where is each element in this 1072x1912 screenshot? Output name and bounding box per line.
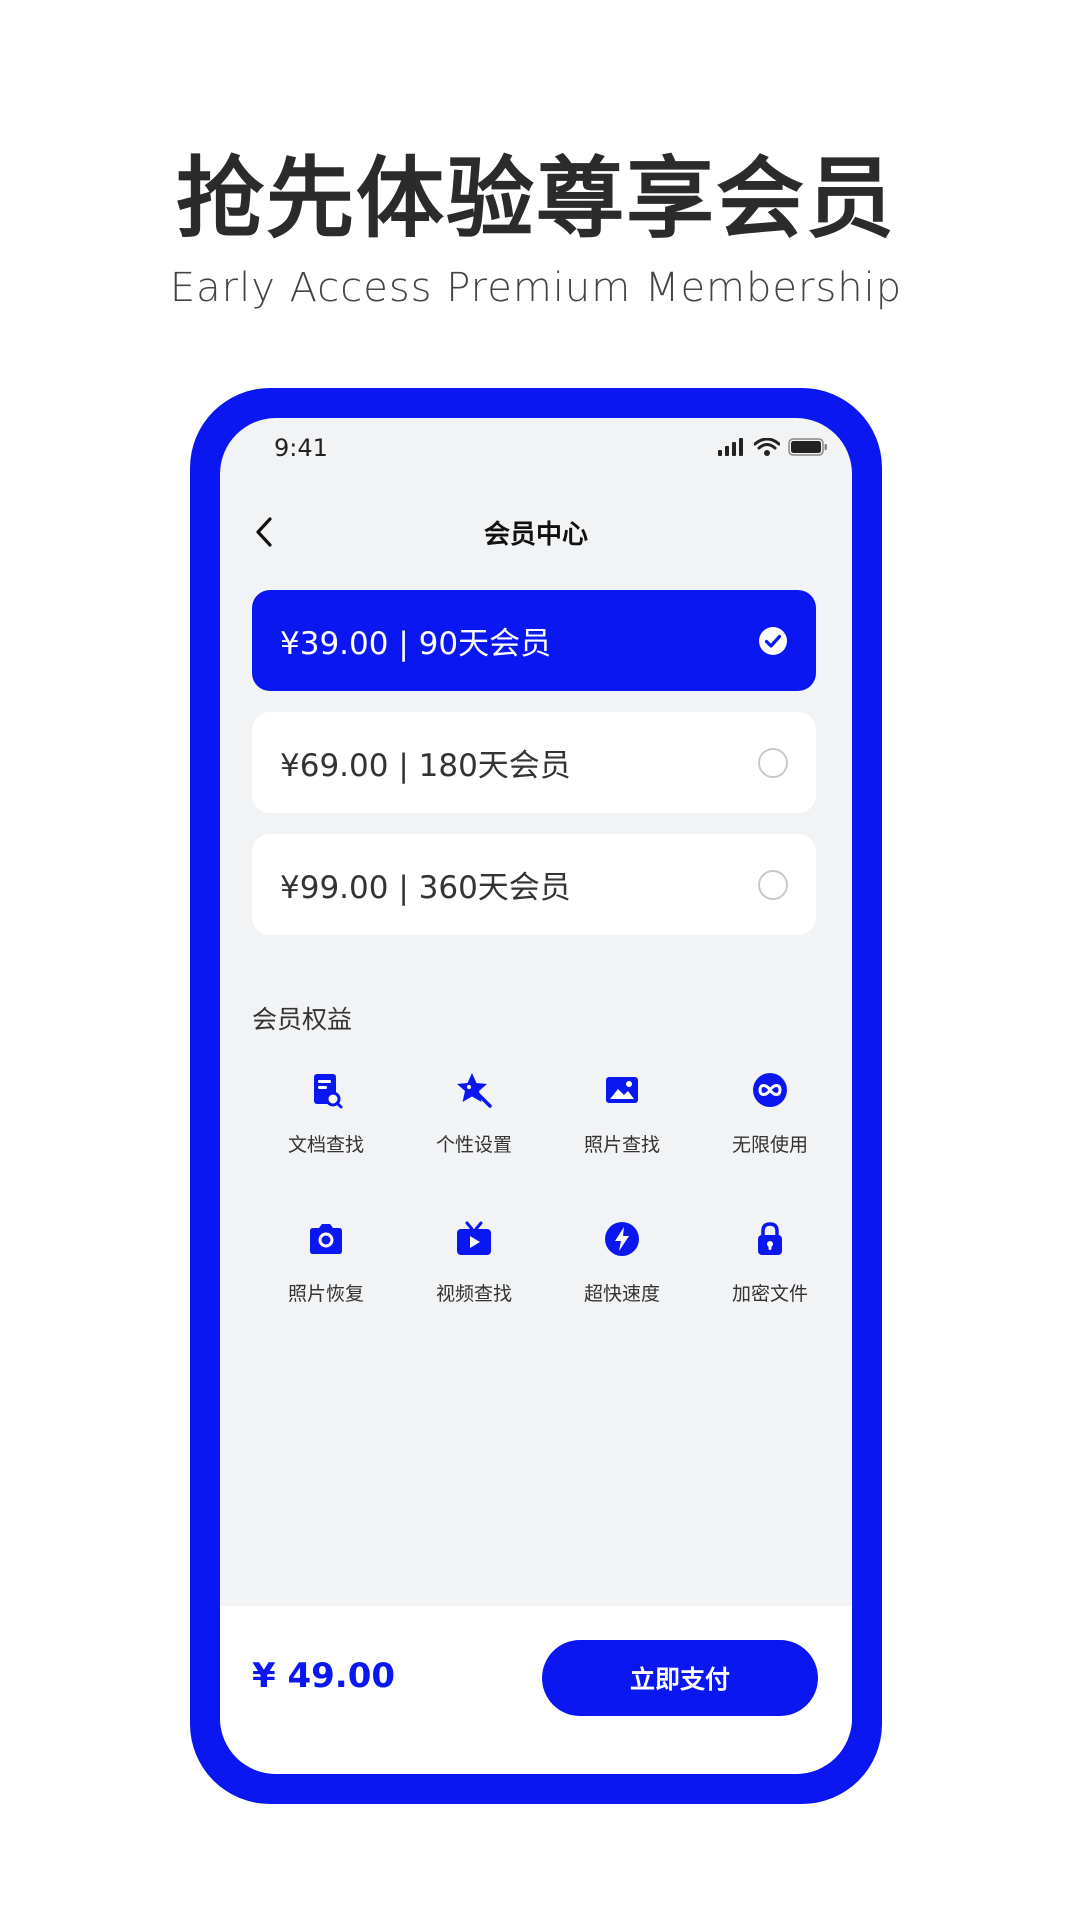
plan-list: ¥39.00 | 90天会员 ¥69.00 | 180天会员 ¥99.00 | … xyxy=(252,590,816,956)
lightning-icon xyxy=(605,1222,639,1256)
benefit-label: 文档查找 xyxy=(287,1134,364,1156)
tv-play-icon xyxy=(457,1221,491,1255)
benefit-unlimited-use: 无限使用 xyxy=(696,1050,844,1157)
image-icon xyxy=(606,1077,638,1103)
benefit-label: 视频查找 xyxy=(435,1283,512,1305)
wifi-icon xyxy=(754,438,780,456)
benefit-label: 个性设置 xyxy=(435,1134,512,1156)
radio-unchecked-icon[interactable] xyxy=(758,870,788,900)
pay-now-button[interactable]: 立即支付 xyxy=(542,1640,818,1716)
total-price: ¥ 49.00 xyxy=(252,1656,396,1696)
plan-option-90-days[interactable]: ¥39.00 | 90天会员 xyxy=(252,590,816,691)
benefit-label: 照片查找 xyxy=(583,1134,660,1156)
promo-headline: 抢先体验尊享会员 xyxy=(175,147,896,250)
benefit-label: 无限使用 xyxy=(731,1134,808,1156)
status-bar: 9:41 xyxy=(220,418,852,482)
benefit-video-search: 视频查找 xyxy=(400,1199,548,1306)
phone-frame: 9:41 会员中心 ¥39.00 | 90天会员 ¥69.00 | 180天会员… xyxy=(190,388,882,1804)
status-icons xyxy=(718,438,828,456)
phone-screen: 9:41 会员中心 ¥39.00 | 90天会员 ¥69.00 | 180天会员… xyxy=(220,418,852,1774)
benefit-document-search: 文档查找 xyxy=(252,1050,400,1157)
benefit-encrypted-files: 加密文件 xyxy=(696,1199,844,1306)
benefits-title: 会员权益 xyxy=(252,1005,353,1034)
plan-option-360-days[interactable]: ¥99.00 | 360天会员 xyxy=(252,834,816,935)
battery-icon xyxy=(788,438,827,456)
star-edit-icon xyxy=(457,1073,492,1108)
benefit-photo-search: 照片查找 xyxy=(548,1050,696,1157)
lock-icon xyxy=(758,1222,782,1255)
camera-icon xyxy=(310,1224,342,1254)
document-search-icon xyxy=(314,1074,343,1109)
benefit-photo-recovery: 照片恢复 xyxy=(252,1199,400,1306)
radio-unchecked-icon[interactable] xyxy=(758,748,788,778)
benefit-personalization: 个性设置 xyxy=(400,1050,548,1157)
status-time: 9:41 xyxy=(274,434,328,462)
plan-label: ¥69.00 | 180天会员 xyxy=(280,748,571,784)
checkout-bar: ¥ 49.00 立即支付 xyxy=(220,1606,852,1774)
benefit-label: 照片恢复 xyxy=(287,1283,364,1305)
plan-label: ¥39.00 | 90天会员 xyxy=(280,626,552,662)
nav-bar: 会员中心 xyxy=(220,500,852,560)
signal-icon xyxy=(718,438,743,456)
plan-label: ¥99.00 | 360天会员 xyxy=(280,870,571,906)
check-circle-icon xyxy=(759,627,787,655)
benefit-fast-speed: 超快速度 xyxy=(548,1199,696,1306)
benefit-label: 加密文件 xyxy=(731,1283,808,1305)
plan-option-180-days[interactable]: ¥69.00 | 180天会员 xyxy=(252,712,816,813)
benefits-grid: 文档查找 个性设置 照片查找 无限使用 照片恢复 视频查找 超快速度 加密文件 xyxy=(252,1050,844,1306)
page-title: 会员中心 xyxy=(483,520,588,550)
promo-subheadline: Early Access Premium Membership xyxy=(169,265,903,311)
infinity-icon xyxy=(753,1073,787,1107)
benefit-label: 超快速度 xyxy=(583,1283,660,1305)
